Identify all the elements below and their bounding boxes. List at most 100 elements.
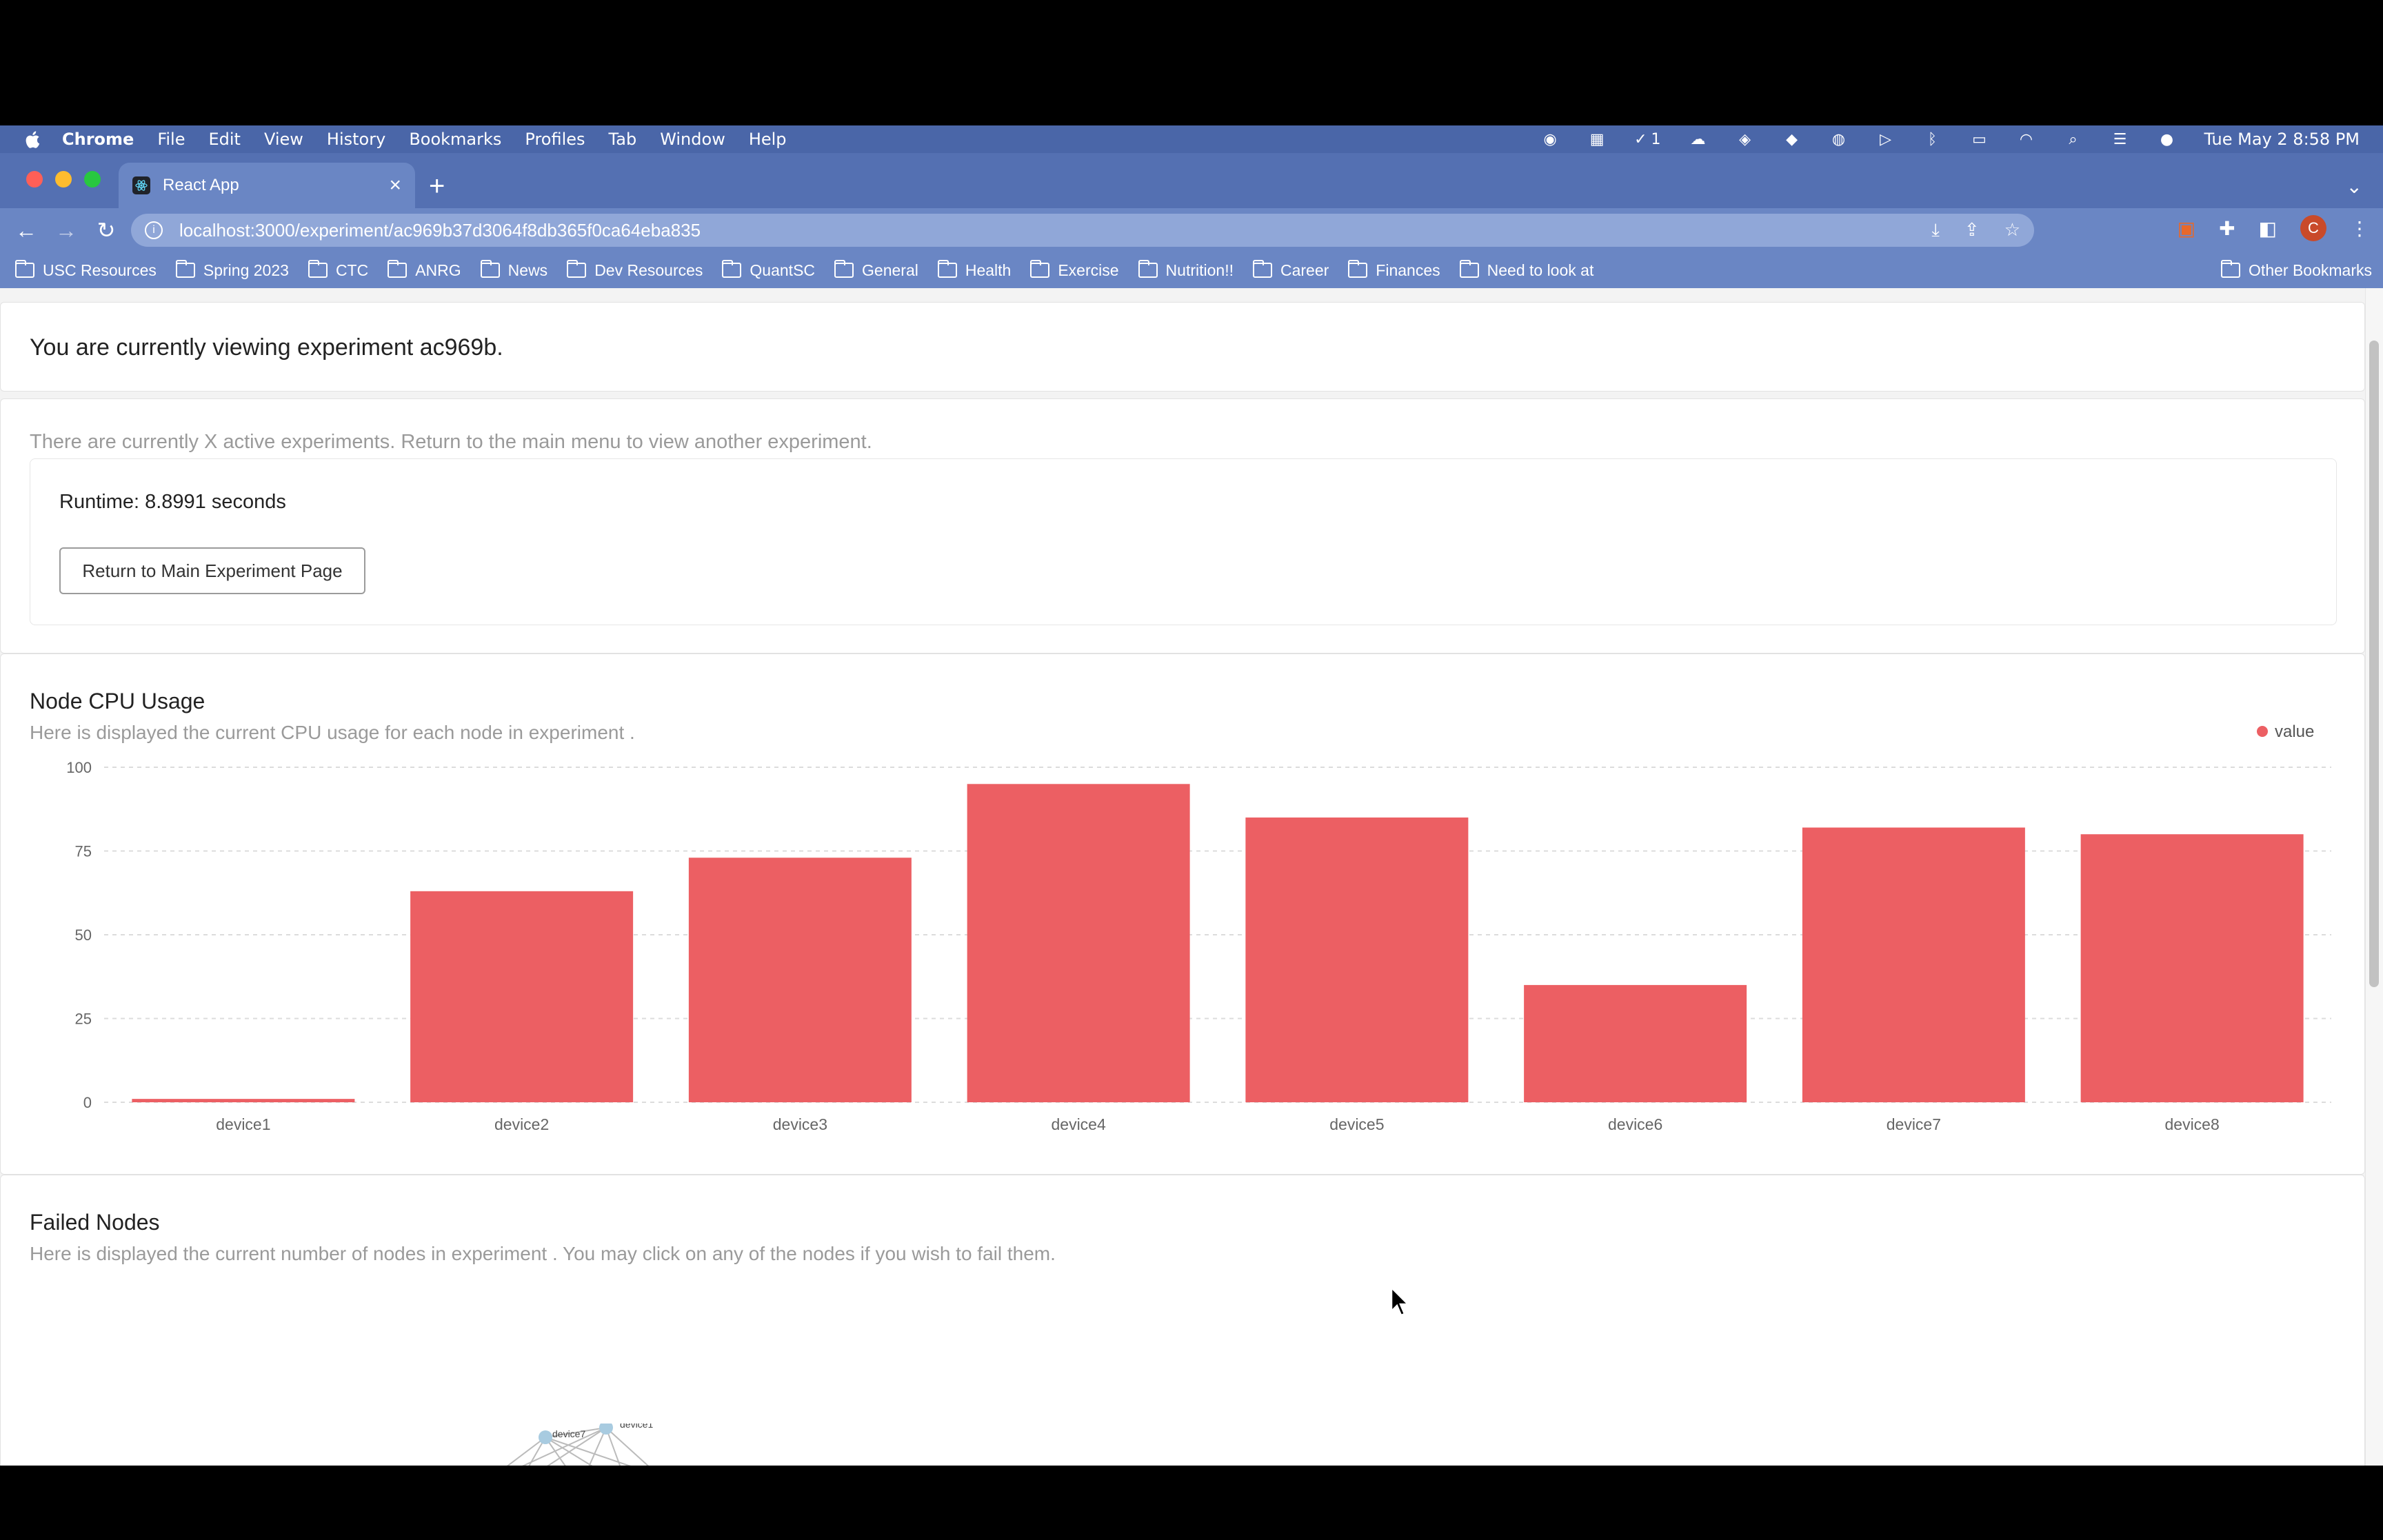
other-bookmarks[interactable]: Other Bookmarks [2221,260,2372,280]
react-favicon-icon [132,176,150,194]
return-to-main-button[interactable]: Return to Main Experiment Page [59,547,365,594]
runtime-text: Runtime: 8.8991 seconds [59,491,286,513]
bookmark-folder[interactable]: Finances [1348,260,1440,280]
wifi-icon[interactable]: ◠ [2017,130,2036,149]
profile-avatar[interactable]: C [2300,215,2326,241]
bar-device1 [132,1099,355,1102]
bar-device2 [410,891,634,1102]
menu-history[interactable]: History [327,130,385,149]
back-arrow-icon[interactable]: ← [12,218,40,243]
x-tick-label: device1 [216,1115,270,1133]
bookmark-folder[interactable]: Health [937,260,1011,280]
y-tick-label: 25 [75,1011,92,1028]
bar-device4 [967,784,1190,1102]
omnibox-actions: ⤓ ⇪ ☆ [1931,219,2020,241]
folder-icon [937,260,957,278]
x-tick-label: device7 [1887,1115,1941,1133]
minimize-window-button[interactable] [55,171,72,188]
bookmark-folder[interactable]: QuantSC [722,260,816,280]
share-icon[interactable]: ⇪ [1964,219,1980,241]
menu-bookmarks[interactable]: Bookmarks [409,130,501,149]
battery-icon[interactable]: ▭ [1970,130,1989,149]
failed-nodes-subtitle: Here is displayed the current number of … [30,1243,1056,1264]
bookmark-folder[interactable]: CTC [308,260,369,280]
bookmark-label: QuantSC [750,261,816,279]
bookmark-star-icon[interactable]: ☆ [2004,219,2020,241]
search-icon[interactable]: ⌕ [2064,130,2083,149]
node-network-graph[interactable]: device1device7device6device2 [476,1424,752,1466]
bluetooth-icon[interactable]: ᛒ [1923,130,1942,149]
tab-react-app[interactable]: React App × [119,163,415,208]
bookmark-label: Dev Resources [594,261,703,279]
menu-profiles[interactable]: Profiles [525,130,585,149]
menu-tab[interactable]: Tab [609,130,637,149]
bar-device5 [1245,817,1469,1102]
close-window-button[interactable] [26,171,43,188]
cloud-icon[interactable]: ☁ [1689,130,1708,149]
graph-node-label: device1 [620,1424,653,1430]
apple-icon[interactable] [23,129,44,150]
menu-view[interactable]: View [264,130,303,149]
address-bar[interactable]: i localhost:3000/experiment/ac969b37d306… [131,214,2034,247]
bookmark-folder[interactable]: Nutrition!! [1138,260,1234,280]
menu-file[interactable]: File [157,130,185,149]
install-icon[interactable]: ⤓ [1931,219,1940,241]
elephant-icon[interactable]: ◆ [1782,130,1802,149]
sidepanel-icon[interactable]: ◧ [2259,217,2277,240]
extension-icon[interactable]: ▣ [2178,217,2195,240]
menubar-clock[interactable]: Tue May 2 8:58 PM [2204,130,2360,149]
zoom-window-button[interactable] [84,171,101,188]
cube-icon[interactable]: ◈ [1736,130,1755,149]
mouse-cursor-icon [1390,1286,1411,1317]
control-center-icon[interactable]: ☰ [2111,130,2130,149]
folder-icon [1459,260,1479,278]
kebab-menu-icon[interactable]: ⋮ [2350,217,2369,240]
reload-icon[interactable]: ↻ [92,217,120,243]
siri-icon[interactable]: ● [2158,130,2177,149]
x-tick-label: device4 [1051,1115,1105,1133]
bookmark-folder[interactable]: General [834,260,918,280]
bookmark-label: CTC [335,261,369,279]
legend-label: value [2275,722,2314,741]
bookmark-folder[interactable]: Spring 2023 [175,260,289,280]
bookmark-folder[interactable]: ANRG [388,260,461,280]
puzzle-icon[interactable]: ✚ [2219,217,2235,240]
x-tick-label: device5 [1329,1115,1384,1133]
bookmark-folder[interactable]: Need to look at [1459,260,1593,280]
close-tab-icon[interactable]: × [389,174,401,197]
bookmark-folder[interactable]: USC Resources [15,260,157,280]
scrollbar-thumb[interactable] [2369,341,2379,987]
site-info-icon[interactable]: i [145,221,163,239]
status-area: ◉ ▦ ✓ 1 ☁ ◈ ◆ ◍ ▷ ᛒ ▭ ◠ ⌕ ☰ ● Tue May 2 8… [1513,130,2360,149]
bookmark-folder[interactable]: Dev Resources [567,260,703,280]
forward-arrow-icon[interactable]: → [52,218,80,243]
grid-app-icon[interactable]: ▦ [1587,130,1607,149]
new-tab-icon[interactable]: + [429,172,445,200]
menu-window[interactable]: Window [660,130,725,149]
bookmark-folder[interactable]: News [480,260,547,280]
runtime-card: Runtime: 8.8991 seconds Return to Main E… [30,458,2337,625]
x-tick-label: device6 [1608,1115,1662,1133]
menu-edit[interactable]: Edit [208,130,240,149]
bookmark-label: Spring 2023 [203,261,289,279]
bookmark-folder[interactable]: Exercise [1030,260,1119,280]
play-icon[interactable]: ▷ [1876,130,1896,149]
sync-icon[interactable]: ◍ [1829,130,1849,149]
menu-chrome[interactable]: Chrome [62,130,134,149]
grammarly-icon[interactable]: ◉ [1540,130,1560,149]
page-scrollbar[interactable] [2365,288,2383,1466]
bookmark-label: USC Resources [43,261,157,279]
experiment-info-card: There are currently X active experiments… [0,398,2365,654]
macos-menu-bar: Chrome File Edit View History Bookmarks … [0,125,2383,153]
folder-icon [1252,260,1272,278]
bar-device6 [1524,984,1747,1102]
bookmark-label: General [862,261,918,279]
checklist-icon[interactable]: ✓ 1 [1634,130,1660,149]
graph-node-label: device7 [552,1428,585,1439]
menu-help[interactable]: Help [749,130,787,149]
bookmark-label: Career [1280,261,1329,279]
graph-node[interactable] [539,1430,552,1444]
chevron-down-icon[interactable]: ⌄ [2346,175,2362,198]
url-text[interactable]: localhost:3000/experiment/ac969b37d3064f… [179,220,701,241]
bookmark-folder[interactable]: Career [1252,260,1329,280]
